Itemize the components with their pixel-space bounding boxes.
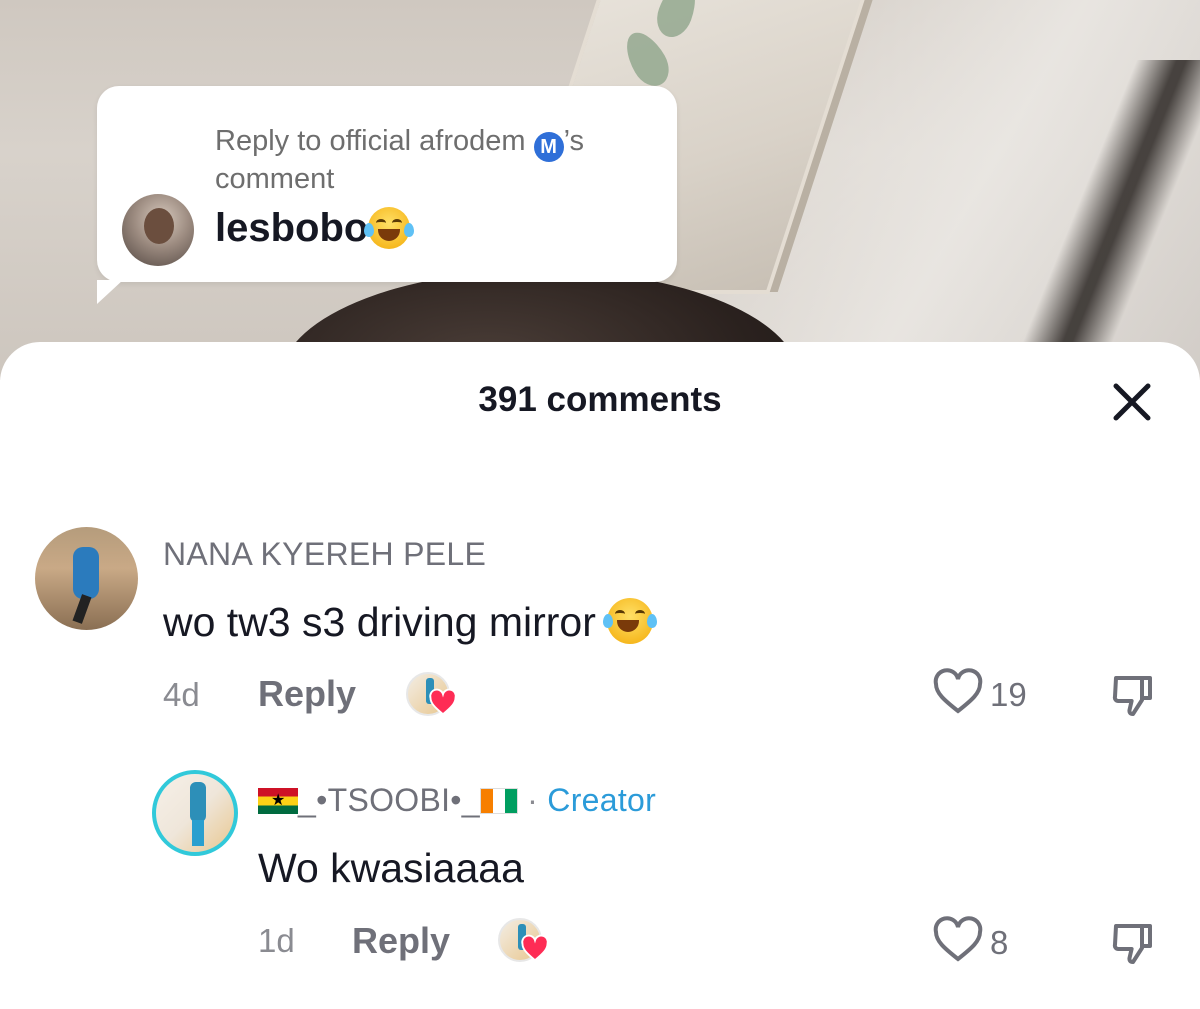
heart-outline-icon [933, 668, 983, 714]
reply-header-line2: comment [215, 163, 335, 195]
like-count: 8 [990, 924, 1009, 961]
thumbs-down-icon [1112, 676, 1152, 716]
reply-text: Wo kwasiaaaa [258, 845, 524, 891]
reply-comment-body: lesbobo [215, 206, 369, 250]
avatar-figure [190, 782, 206, 822]
laughing-emoji-icon [364, 207, 415, 249]
bubble-tail [97, 280, 123, 304]
heart-icon [521, 934, 549, 962]
creator-avatar[interactable] [152, 770, 238, 856]
reply-username[interactable]: ★ _•TSOOBI•_ · Creator [258, 782, 656, 819]
creator-badge: Creator [547, 782, 657, 818]
avatar-figure-legs [192, 820, 204, 846]
comment-body: wo tw3 s3 driving mirror [163, 599, 596, 645]
avatar [122, 194, 194, 266]
ivory-coast-flag-icon [479, 788, 518, 814]
dislike-button[interactable] [1108, 920, 1156, 968]
like-button[interactable] [932, 916, 984, 969]
comments-count-title: 391 comments [478, 380, 722, 419]
heart-outline-icon [933, 916, 983, 962]
thumbs-down-icon [1112, 924, 1152, 964]
close-icon [1113, 383, 1151, 421]
reply-comment-text: lesbobo [215, 206, 415, 251]
reply-button[interactable]: Reply [352, 920, 450, 962]
avatar-face [144, 208, 174, 244]
reply-header-prefix: Reply to official afrodem [215, 125, 526, 157]
reply-to-comment-card[interactable]: Reply to official afrodem M’s comment le… [97, 86, 677, 304]
reply-button[interactable]: Reply [258, 673, 356, 715]
heart-icon [429, 688, 457, 716]
reply-header: Reply to official afrodem M’s comment [215, 124, 655, 196]
dislike-button[interactable] [1108, 672, 1156, 720]
comment-age: 4d [163, 676, 200, 713]
reply-header-suffix: ’s [563, 125, 585, 157]
ghana-flag-icon: ★ [258, 788, 298, 814]
avatar[interactable] [35, 527, 138, 630]
like-count: 19 [990, 676, 1027, 713]
reply-username-text: _•TSOOBI•_ [298, 782, 480, 818]
reply-age: 1d [258, 922, 295, 959]
black-star-icon: ★ [271, 792, 286, 809]
comments-sheet: 391 comments NANA KYEREH PELE wo tw3 s3 … [0, 342, 1200, 1009]
like-button[interactable] [932, 668, 984, 721]
avatar-figure-leg [72, 594, 92, 624]
comment-text: wo tw3 s3 driving mirror [163, 598, 658, 646]
comment-username[interactable]: NANA KYEREH PELE [163, 536, 486, 573]
avatar-figure [73, 547, 99, 599]
laughing-emoji-icon [603, 598, 658, 644]
close-button[interactable] [1108, 378, 1156, 426]
separator-dot: · [527, 782, 539, 818]
m-badge-icon: M [533, 132, 564, 162]
